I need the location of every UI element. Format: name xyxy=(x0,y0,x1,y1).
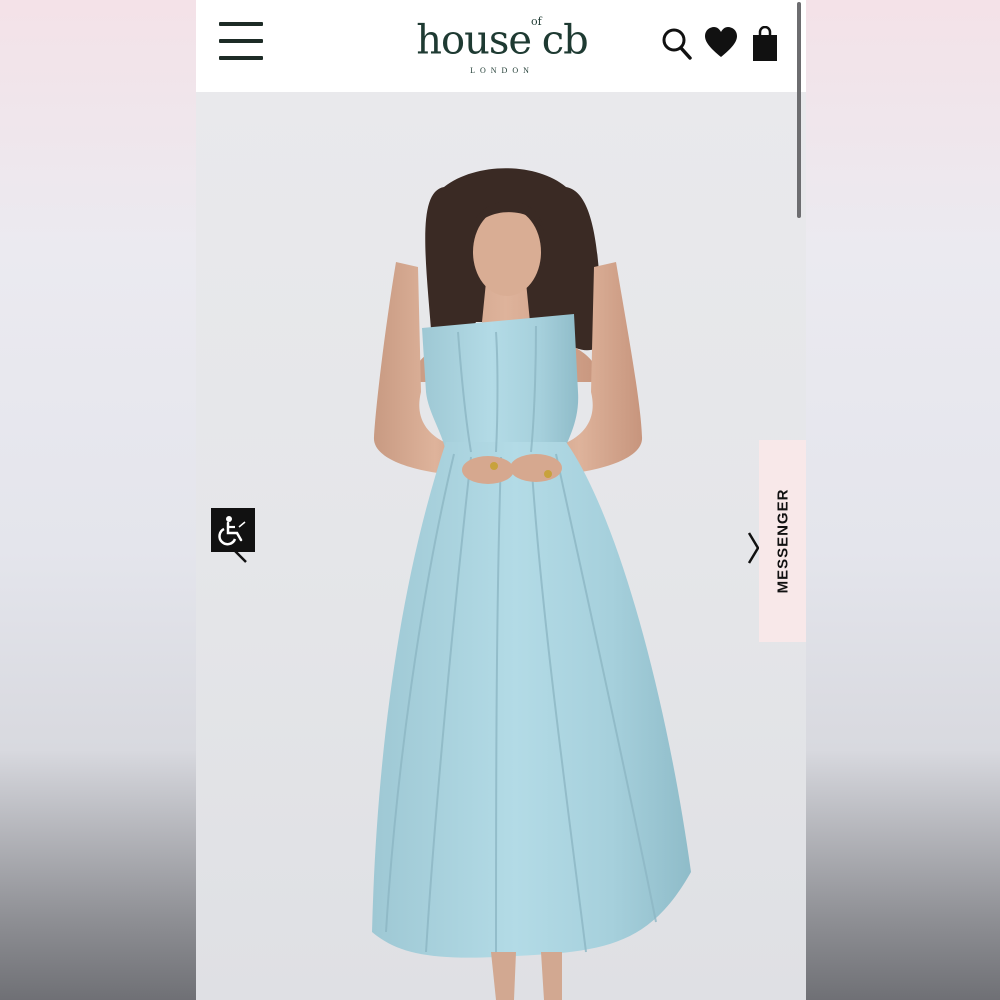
left-blurred-backdrop xyxy=(0,0,196,1000)
logo-subtitle: LONDON xyxy=(470,66,534,76)
site-header: houseofcb LONDON xyxy=(196,0,806,92)
heart-icon[interactable] xyxy=(704,26,738,60)
brand-logo[interactable]: houseofcb LONDON xyxy=(402,12,602,75)
logo-of-text: of xyxy=(531,15,542,28)
search-icon[interactable] xyxy=(662,26,692,60)
right-blurred-backdrop xyxy=(806,0,1000,1000)
messenger-tab[interactable]: MESSENGER xyxy=(759,440,806,642)
model-in-dress-illustration xyxy=(372,168,691,1000)
shopping-bag-icon[interactable] xyxy=(752,26,778,62)
hamburger-menu-icon[interactable] xyxy=(219,22,263,60)
page-scrollbar[interactable] xyxy=(797,2,801,218)
accessibility-pointer-icon xyxy=(233,549,247,563)
wheelchair-icon xyxy=(218,516,246,546)
accessibility-button[interactable] xyxy=(211,508,255,552)
mobile-viewport: houseofcb LONDON MESSENGER xyxy=(196,0,806,1000)
logo-main-text: house xyxy=(416,17,532,64)
next-image-chevron-icon[interactable] xyxy=(746,531,760,565)
logo-suffix-text: cb xyxy=(541,17,589,64)
messenger-label: MESSENGER xyxy=(774,488,791,594)
product-photo[interactable] xyxy=(196,92,806,1000)
